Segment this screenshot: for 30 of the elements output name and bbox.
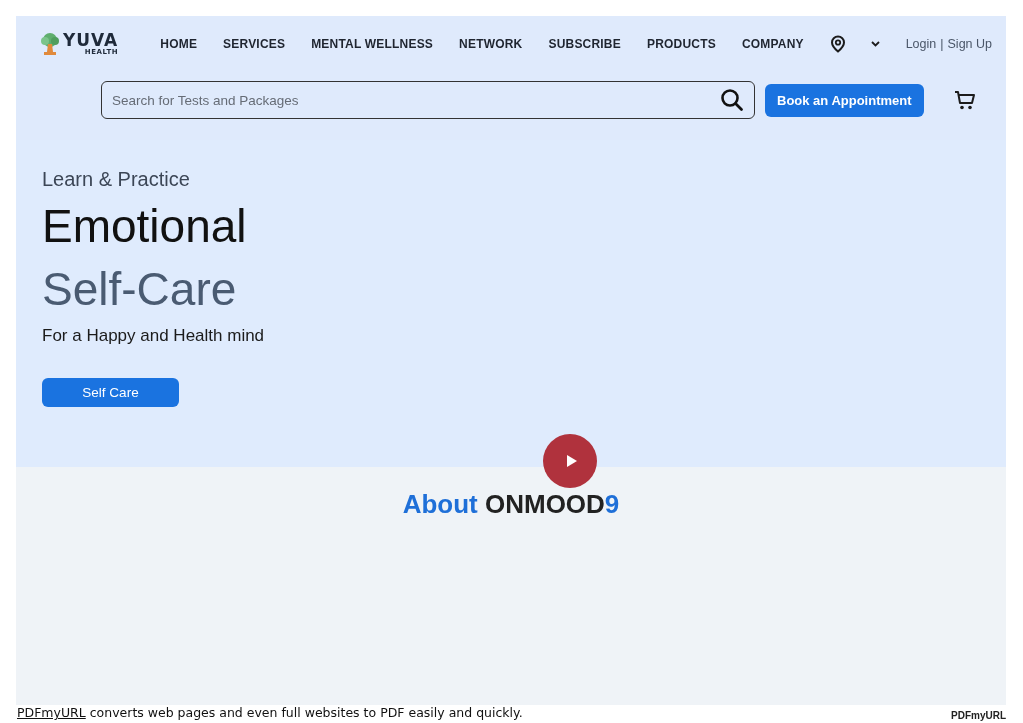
hero-eyebrow: Learn & Practice: [42, 168, 191, 191]
search-field[interactable]: Search for Tests and Packages: [101, 81, 755, 119]
separator: |: [940, 37, 944, 51]
play-icon: [566, 455, 577, 467]
search-input[interactable]: Search for Tests and Packages: [110, 91, 720, 109]
nav-link[interactable]: SERVICES: [223, 37, 286, 51]
search-icon[interactable]: [720, 88, 744, 112]
location-pin-icon[interactable]: [829, 35, 846, 53]
hero-title: Self-Care: [42, 263, 238, 315]
cart-icon[interactable]: [953, 90, 976, 110]
nav-link[interactable]: MENTAL WELLNESS: [311, 37, 434, 51]
logo-wordmark: YUVA: [63, 32, 119, 49]
chevron-down-icon[interactable]: [870, 41, 880, 47]
tree-logo-icon: [39, 32, 61, 56]
nav-link[interactable]: SUBSCRIBE: [548, 37, 621, 51]
nav-link[interactable]: COMPANY: [741, 37, 804, 51]
nav-link[interactable]: HOME: [160, 37, 198, 51]
pdfmyurl-link[interactable]: PDFmyURL: [17, 705, 86, 720]
play-button[interactable]: [543, 434, 597, 488]
nav-link[interactable]: PRODUCTS: [646, 37, 716, 51]
book-appointment-button[interactable]: Book an Appointment: [765, 83, 924, 117]
self-care-button[interactable]: Self Care: [42, 378, 179, 408]
hero-subtitle: For a Happy and Health mind: [42, 326, 266, 347]
login-link[interactable]: Login: [905, 37, 937, 51]
section-title: About ONMOOD9: [402, 489, 620, 521]
pdfmyurl-logo: PDFmyURL: [951, 710, 1006, 721]
footer-text: PDFmyURL converts web pages and even full websites to PDF easily and quickly.: [17, 705, 523, 720]
nav-link[interactable]: NETWORK: [459, 37, 523, 51]
hero-title: Emotional: [42, 201, 248, 252]
sign-up-link[interactable]: Sign Up: [947, 37, 992, 51]
